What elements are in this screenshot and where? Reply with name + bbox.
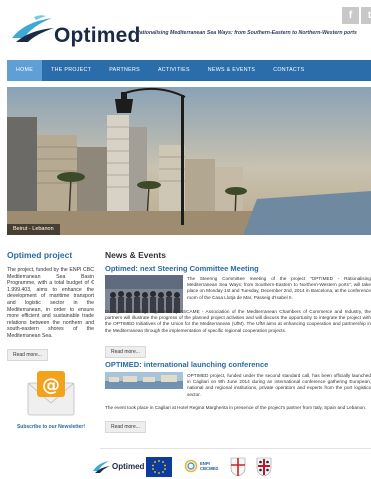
enpi-ring-icon xyxy=(184,459,198,473)
nav-item-contacts[interactable]: CONTACTS xyxy=(264,60,313,81)
logo-swoosh-icon xyxy=(12,15,54,42)
site-tagline: Rationalising Mediterranean Sea Ways: fr… xyxy=(136,30,357,36)
project-read-more-button[interactable]: Read more... xyxy=(7,349,48,361)
article-1-image xyxy=(105,275,183,313)
hero-caption: Beirut - Lebanon xyxy=(7,224,60,235)
enpi-cbcmed-text: ENPI CBCMED xyxy=(200,461,219,471)
hero-image xyxy=(7,87,371,235)
facebook-icon[interactable]: f xyxy=(342,7,359,24)
article-2-body: The event took place in Cagliari at Hote… xyxy=(105,405,367,410)
nav-item-home[interactable]: HOME xyxy=(7,60,43,81)
newsletter-link[interactable]: Subscribe to our Newsletter! xyxy=(7,424,95,430)
footer-logo-text: Optimed xyxy=(112,462,145,471)
footer-logo-swoosh-icon xyxy=(93,461,110,473)
main-nav: HOME THE PROJECT PARTNERS ACTIVITIES NEW… xyxy=(7,60,371,81)
article-2-title[interactable]: OPTIMED: international launching confere… xyxy=(105,360,268,369)
enpi-cbcmed-logo[interactable]: ENPI CBCMED xyxy=(184,457,224,477)
nav-item-activities[interactable]: ACTIVITIES xyxy=(149,60,199,81)
footer-optimed-logo[interactable]: Optimed xyxy=(92,457,145,477)
svg-text:@: @ xyxy=(42,375,60,396)
site-header: Optimed Rationalising Mediterranean Sea … xyxy=(0,0,371,58)
article-2-image xyxy=(105,372,183,389)
sardinia-crest-icon[interactable] xyxy=(256,457,272,477)
hero-slideshow[interactable]: Beirut - Lebanon xyxy=(7,87,371,235)
logo-text: Optimed xyxy=(54,24,141,47)
project-heading: Optimed project xyxy=(7,250,73,260)
project-description: The project, funded by the ENPI CBC Medi… xyxy=(7,267,94,339)
article-2-intro: OPTIMED project, funded under the second… xyxy=(187,373,371,397)
article-2-read-more-button[interactable]: Read more... xyxy=(105,421,146,433)
footer-divider xyxy=(100,448,371,449)
eu-flag-icon[interactable] xyxy=(146,457,172,477)
twitter-icon[interactable]: t xyxy=(361,7,371,24)
article-1-read-more-button[interactable]: Read more... xyxy=(105,346,146,358)
nav-item-news-events[interactable]: NEWS & EVENTS xyxy=(199,60,264,81)
region-crest-icon[interactable] xyxy=(230,457,246,477)
article-1-title[interactable]: Optimed: next Steering Committee Meeting xyxy=(105,264,259,273)
nav-item-partners[interactable]: PARTNERS xyxy=(100,60,149,81)
optimed-logo[interactable]: Optimed xyxy=(10,14,140,48)
newsletter-envelope-icon[interactable]: @ xyxy=(27,369,75,419)
article-1-body: During the meeting, organized by ASCAME … xyxy=(105,309,371,333)
article-1-intro: The Steering Committee meeting of the pr… xyxy=(187,276,371,300)
news-events-heading: News & Events xyxy=(105,250,166,260)
nav-item-the-project[interactable]: THE PROJECT xyxy=(42,60,100,81)
